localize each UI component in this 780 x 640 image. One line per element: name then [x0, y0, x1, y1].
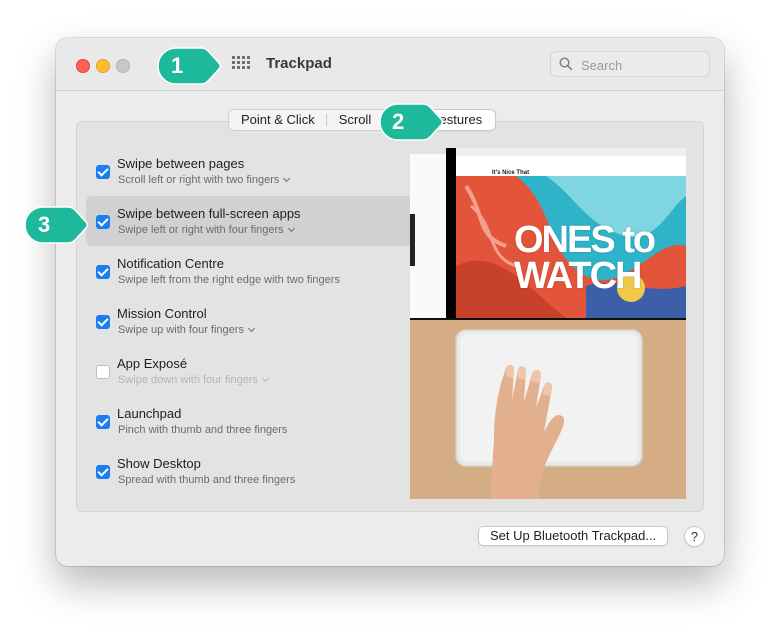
set-up-bluetooth-trackpad-button[interactable]: Set Up Bluetooth Trackpad... [478, 526, 669, 546]
gesture-swipe-between-pages: Swipe between pages Scroll left or right… [86, 146, 448, 196]
gesture-launchpad: Launchpad Pinch with thumb and three fin… [86, 396, 448, 446]
callout-badge-2: 2 [377, 101, 445, 148]
preview-screen: It's Nice That ONES to WATCH [410, 148, 686, 318]
chevron-down-icon [247, 324, 255, 333]
app-expose-checkbox[interactable] [96, 365, 110, 379]
tab-point-click[interactable]: Point & Click [229, 110, 327, 130]
callout-arrow-shape [24, 206, 89, 244]
gesture-app-expose: App Exposé Swipe down with four fingers [86, 346, 448, 396]
chevron-down-icon [261, 374, 270, 383]
gesture-label: Launchpad [117, 406, 182, 421]
callout-number: 1 [171, 53, 184, 78]
help-button[interactable]: ? [684, 526, 705, 547]
callout-number: 3 [38, 212, 51, 237]
gesture-description: Pinch with thumb and three fingers [118, 424, 288, 436]
callout-arrow-shape [379, 103, 444, 141]
preview-hero-text: ONES to WATCH [514, 219, 656, 297]
preview-hand-on-trackpad [410, 320, 686, 499]
gesture-option-dropdown: Swipe down with four fingers [118, 374, 270, 386]
swipe-between-pages-checkbox[interactable] [96, 165, 110, 179]
gesture-show-desktop: Show Desktop Spread with thumb and three… [86, 446, 448, 496]
gesture-description: Swipe left from the right edge with two … [118, 274, 340, 286]
gesture-option-dropdown[interactable]: Swipe left or right with four fingers [118, 224, 295, 236]
gesture-option-dropdown[interactable]: Scroll left or right with two fingers [118, 174, 291, 186]
search-icon [559, 57, 573, 71]
window-title: Trackpad [266, 55, 332, 72]
gesture-option-text: Swipe down with four fingers [118, 374, 259, 386]
gesture-description: Spread with thumb and three fingers [118, 474, 296, 486]
gesture-option-text: Swipe left or right with four fingers [118, 224, 284, 236]
swipe-full-screen-apps-checkbox[interactable] [96, 215, 110, 229]
gesture-option-dropdown[interactable]: Swipe up with four fingers [118, 324, 255, 336]
launchpad-checkbox[interactable] [96, 415, 110, 429]
minimize-button[interactable] [96, 59, 110, 73]
search-input[interactable] [579, 55, 703, 75]
close-button[interactable] [76, 59, 90, 73]
gesture-label: Show Desktop [117, 456, 201, 471]
zoom-button[interactable] [116, 59, 130, 73]
preview-hero-image: ONES to WATCH [456, 176, 686, 318]
show-all-grid-icon[interactable] [232, 56, 250, 74]
trackpad-hand-illustration [410, 320, 686, 499]
callout-badge-1: 1 [155, 45, 223, 92]
tab-bar: Point & Click Scroll More Gestures [228, 109, 497, 131]
gesture-option-text: Swipe up with four fingers [118, 324, 244, 336]
gesture-label: Mission Control [117, 306, 207, 321]
tab-scroll-zoom[interactable]: Scroll [327, 110, 384, 130]
gesture-label: Swipe between pages [117, 156, 245, 171]
search-field[interactable] [550, 51, 710, 77]
gesture-label: Notification Centre [117, 256, 224, 271]
callout-badge-3: 3 [22, 204, 90, 251]
preview-browser-window: It's Nice That ONES to WATCH [456, 148, 686, 318]
preview-left-app [410, 148, 446, 318]
gesture-label: Swipe between full-screen apps [117, 206, 301, 221]
chevron-down-icon [287, 224, 295, 233]
notification-centre-checkbox[interactable] [96, 265, 110, 279]
chevron-down-icon [283, 174, 291, 183]
callout-arrow-shape [157, 47, 222, 85]
callout-number: 2 [392, 109, 405, 134]
gesture-option-text: Scroll left or right with two fingers [118, 174, 280, 186]
gesture-preview-video: It's Nice That ONES to WATCH [410, 148, 686, 499]
gesture-notification-centre: Notification Centre Swipe left from the … [86, 246, 448, 296]
mission-control-checkbox[interactable] [96, 315, 110, 329]
show-desktop-checkbox[interactable] [96, 465, 110, 479]
gesture-mission-control: Mission Control Swipe up with four finge… [86, 296, 448, 346]
gesture-label: App Exposé [117, 356, 188, 371]
gesture-swipe-full-screen-apps: Swipe between full-screen apps Swipe lef… [86, 196, 448, 246]
